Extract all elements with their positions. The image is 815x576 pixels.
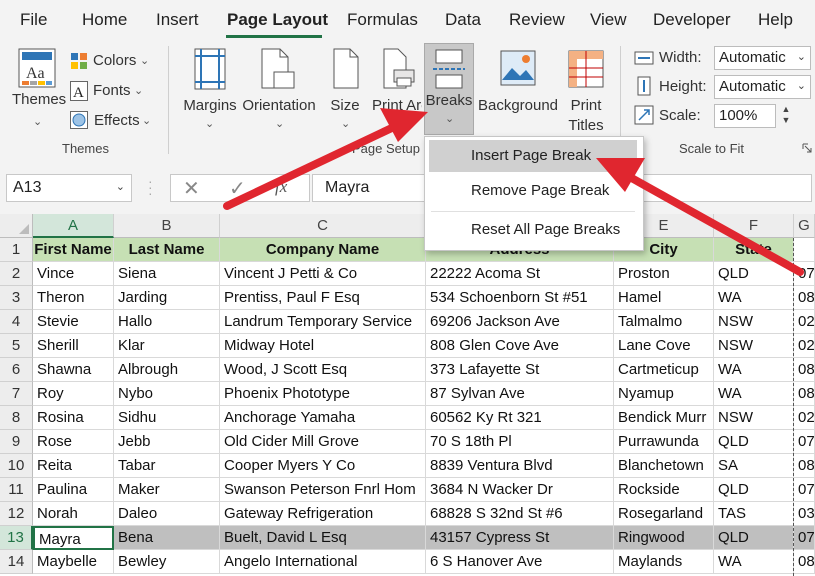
red-arrow-to-insert-page-break-icon (596, 158, 804, 276)
red-arrow-to-breaks-icon (223, 108, 428, 210)
annotation-arrows (223, 108, 804, 276)
